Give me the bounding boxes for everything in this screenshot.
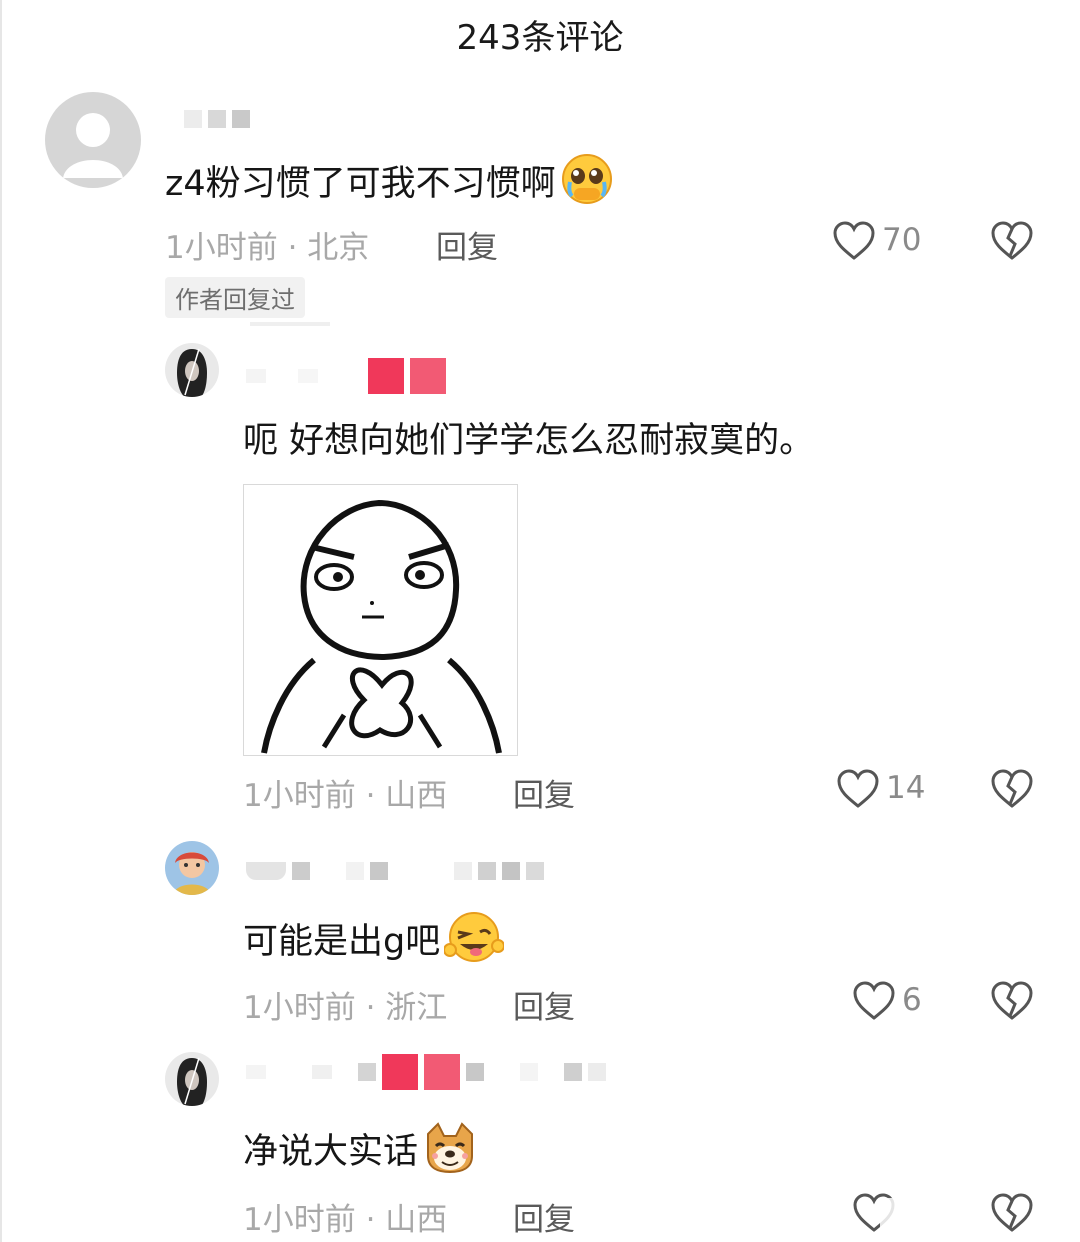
comment-count-title: 243条评论 xyxy=(456,18,624,58)
watermark-overlay xyxy=(880,1198,990,1228)
username-blurred[interactable] xyxy=(246,862,544,880)
like-count-3: 6 xyxy=(902,982,922,1018)
username-blurred[interactable] xyxy=(184,110,250,128)
author-replied-tag: 作者回复过 xyxy=(165,277,305,318)
broken-heart-icon xyxy=(991,221,1033,260)
heart-icon xyxy=(837,769,879,808)
comment-text-4: 净说大实话 xyxy=(243,1120,478,1186)
like-button-2[interactable] xyxy=(836,768,880,814)
comment-meta-4: 1小时前 · 山西 xyxy=(243,1202,448,1238)
broken-heart-icon xyxy=(991,981,1033,1020)
dislike-button-2[interactable] xyxy=(990,768,1034,814)
like-button-1[interactable] xyxy=(832,220,876,266)
like-count-2: 14 xyxy=(886,770,926,806)
reply-button-1[interactable]: 回复 xyxy=(436,222,498,267)
comment-meta-1: 1小时前 · 北京 xyxy=(165,230,370,266)
avatar-reply-2[interactable] xyxy=(165,841,219,895)
winking-tongue-emoji xyxy=(443,910,506,976)
tag-divider xyxy=(250,322,330,326)
comment-meta-2: 1小时前 · 山西 xyxy=(243,778,448,814)
reply-button-3[interactable]: 回复 xyxy=(513,982,575,1027)
dislike-button-3[interactable] xyxy=(990,980,1034,1026)
meme-face-drawing xyxy=(244,485,517,755)
pleading-face-emoji xyxy=(560,152,614,218)
heart-icon xyxy=(833,221,875,260)
reply-button-4[interactable]: 回复 xyxy=(513,1194,575,1239)
comment-text-1: z4粉习惯了可我不习惯啊 xyxy=(165,152,614,218)
username-blurred[interactable] xyxy=(246,358,446,394)
comment-text-3: 可能是出g吧 xyxy=(243,910,506,976)
dislike-button-1[interactable] xyxy=(990,220,1034,266)
heart-icon xyxy=(853,981,895,1020)
avatar-reply-3[interactable] xyxy=(165,1052,219,1106)
reply-button-2[interactable]: 回复 xyxy=(513,770,575,815)
like-count-1: 70 xyxy=(882,222,922,258)
broken-heart-icon xyxy=(991,769,1033,808)
avatar-reply-1[interactable] xyxy=(165,343,219,397)
like-button-3[interactable] xyxy=(852,980,896,1026)
dislike-button-4[interactable] xyxy=(990,1192,1034,1238)
comment-text-2: 呃 好想向她们学学怎么忍耐寂寞的。 xyxy=(243,421,815,461)
left-edge-line xyxy=(0,0,2,1242)
comment-meta-3: 1小时前 · 浙江 xyxy=(243,990,448,1026)
meme-sticker-image[interactable] xyxy=(243,484,518,756)
broken-heart-icon xyxy=(991,1193,1033,1232)
doge-emoji xyxy=(422,1120,478,1186)
avatar-default[interactable] xyxy=(45,92,141,188)
username-blurred[interactable] xyxy=(246,1054,606,1090)
